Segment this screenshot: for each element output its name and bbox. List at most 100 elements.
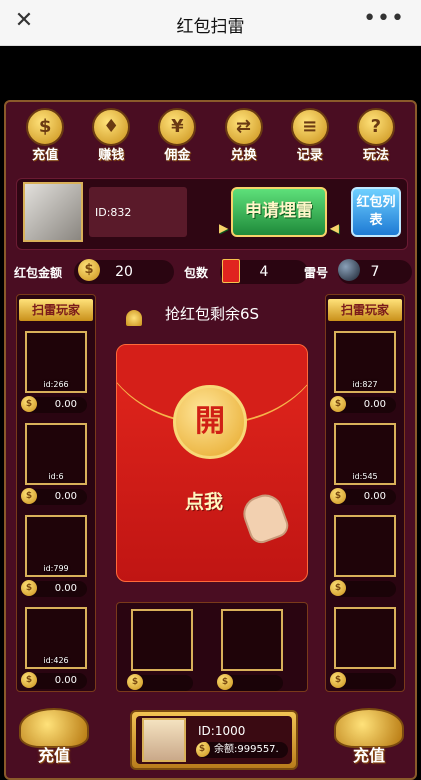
player-avatar: id:827 — [334, 331, 396, 393]
player-slot[interactable]: id:266 $0.00 — [21, 331, 87, 413]
footer-user-card: ID:1000 $ 余额:999557. — [130, 710, 298, 770]
footer-recharge-right[interactable]: 充值 — [329, 708, 409, 778]
menu-commission[interactable]: ¥ 佣金 — [148, 108, 206, 166]
packet-list-button[interactable]: 红包列表 — [351, 187, 401, 237]
hand-pointer-icon — [238, 489, 292, 547]
player-slot[interactable]: id:545 $0.00 — [330, 423, 396, 505]
player-amount: $0.00 — [21, 396, 87, 413]
banker-slot[interactable]: $ — [217, 609, 283, 691]
avatar — [142, 718, 186, 762]
player-slot[interactable]: id:799 $0.00 — [21, 515, 87, 597]
record-icon: ≡ — [290, 108, 329, 146]
timer-text: 抢红包剩余6S — [164, 305, 260, 323]
amount-text: 0.00 — [54, 583, 77, 594]
coin-icon: $ — [330, 580, 346, 596]
menu-recharge[interactable]: $ 充值 — [16, 108, 74, 166]
user-bar: ID:832 ▶ 申请埋雷 ◀ 红包列表 — [16, 178, 408, 250]
balance-text: 余额:999557. — [214, 744, 279, 755]
balance: $ 余额:999557. — [196, 742, 288, 758]
footer-recharge-label: 充值 — [352, 746, 385, 765]
player-avatar: id:799 — [25, 515, 87, 577]
player-id: id:799 — [43, 564, 69, 573]
banker-slot[interactable]: $ — [127, 609, 193, 691]
panel-title: 扫雷玩家 — [19, 299, 93, 321]
coin-icon: $ — [217, 674, 233, 690]
player-amount: $ — [330, 672, 396, 689]
apply-banker-label: 申请埋雷 — [245, 201, 313, 221]
arrow-left-icon: ◀ — [329, 221, 339, 235]
red-packet[interactable]: 開 点我 — [116, 344, 308, 582]
gift-icon: ♦ — [92, 108, 131, 146]
help-icon: ? — [356, 108, 395, 146]
amount-text: 0.00 — [54, 675, 77, 686]
bomb-icon — [338, 259, 360, 281]
coins-icon: $ — [26, 108, 65, 146]
player-id: id:266 — [43, 380, 69, 389]
footer-recharge-left[interactable]: 充值 — [14, 708, 94, 778]
tap-me-text[interactable]: 点我 — [185, 487, 223, 514]
player-id: id:6 — [48, 472, 64, 481]
player-id: id:827 — [352, 380, 378, 389]
player-slot[interactable]: id:6 $0.00 — [21, 423, 87, 505]
slot-amount: $ — [127, 674, 193, 691]
menu-label: 佣金 — [164, 148, 191, 163]
coin-icon: $ — [330, 488, 346, 504]
avatar — [23, 182, 83, 242]
red-packet-icon — [222, 259, 240, 283]
top-menu: $ 充值 ♦ 赚钱 ¥ 佣金 ⇄ 兑换 ≡ 记录 ? 玩法 — [12, 108, 409, 166]
player-slot-empty[interactable]: $ — [330, 607, 396, 689]
menu-label: 玩法 — [362, 148, 389, 163]
menu-earn[interactable]: ♦ 赚钱 — [82, 108, 140, 166]
player-avatar: id:545 — [334, 423, 396, 485]
menu-label: 充值 — [32, 148, 59, 163]
money-bag-icon: ¥ — [158, 108, 197, 146]
player-amount: $0.00 — [21, 488, 87, 505]
user-id: ID:832 — [89, 187, 187, 237]
menu-rules[interactable]: ? 玩法 — [347, 108, 405, 166]
empty-slot — [334, 607, 396, 669]
amount-label: 红包金额 — [14, 266, 63, 280]
player-amount: $0.00 — [330, 488, 396, 505]
menu-exchange[interactable]: ⇄ 兑换 — [215, 108, 273, 166]
open-packet-button[interactable]: 開 — [173, 385, 247, 459]
panel-title: 扫雷玩家 — [328, 299, 402, 321]
apply-banker-button[interactable]: ▶ 申请埋雷 ◀ — [219, 187, 339, 237]
bell-icon — [126, 310, 142, 326]
player-avatar: id:6 — [25, 423, 87, 485]
arrow-right-icon: ▶ — [219, 221, 229, 235]
coin-icon: $ — [21, 672, 37, 688]
player-slot[interactable]: id:426 $0.00 — [21, 607, 87, 689]
menu-label: 兑换 — [230, 148, 257, 163]
player-amount: $0.00 — [330, 396, 396, 413]
footer-user-id: ID:1000 — [198, 724, 246, 738]
menu-label: 赚钱 — [98, 148, 125, 163]
amount-text: 0.00 — [363, 399, 386, 410]
coin-icon: $ — [196, 742, 210, 757]
banker-slots: $ $ — [116, 602, 308, 692]
player-id: id:426 — [43, 656, 69, 665]
amount-text: 0.00 — [54, 399, 77, 410]
amount-text: 0.00 — [54, 491, 77, 502]
app-topbar: ✕ 红包扫雷 ••• — [0, 0, 421, 46]
slot-amount: $ — [217, 674, 283, 691]
player-slot-empty[interactable]: $ — [330, 515, 396, 597]
game-board: $ 充值 ♦ 赚钱 ¥ 佣金 ⇄ 兑换 ≡ 记录 ? 玩法 ID:832 ▶ 申… — [4, 100, 417, 780]
exchange-icon: ⇄ — [224, 108, 263, 146]
more-icon[interactable]: ••• — [363, 6, 405, 31]
menu-records[interactable]: ≡ 记录 — [281, 108, 339, 166]
coin-icon: $ — [78, 259, 100, 281]
player-slot[interactable]: id:827 $0.00 — [330, 331, 396, 413]
left-player-panel: 扫雷玩家 id:266 $0.00 id:6 $0.00 id:799 $0.0… — [16, 294, 96, 692]
player-amount: $0.00 — [21, 580, 87, 597]
amount-text: 0.00 — [363, 491, 386, 502]
mine-label: 雷号 — [304, 266, 329, 280]
coin-icon: $ — [330, 672, 346, 688]
countdown-timer: 抢红包剩余6S — [126, 300, 298, 328]
coin-icon: $ — [21, 488, 37, 504]
coin-icon: $ — [127, 674, 143, 690]
player-id: id:545 — [352, 472, 378, 481]
player-amount: $0.00 — [21, 672, 87, 689]
coin-icon: $ — [21, 396, 37, 412]
stats-bar: 红包金额 20 $ 包数 4 雷号 7 — [12, 258, 413, 286]
count-label: 包数 — [184, 266, 209, 280]
